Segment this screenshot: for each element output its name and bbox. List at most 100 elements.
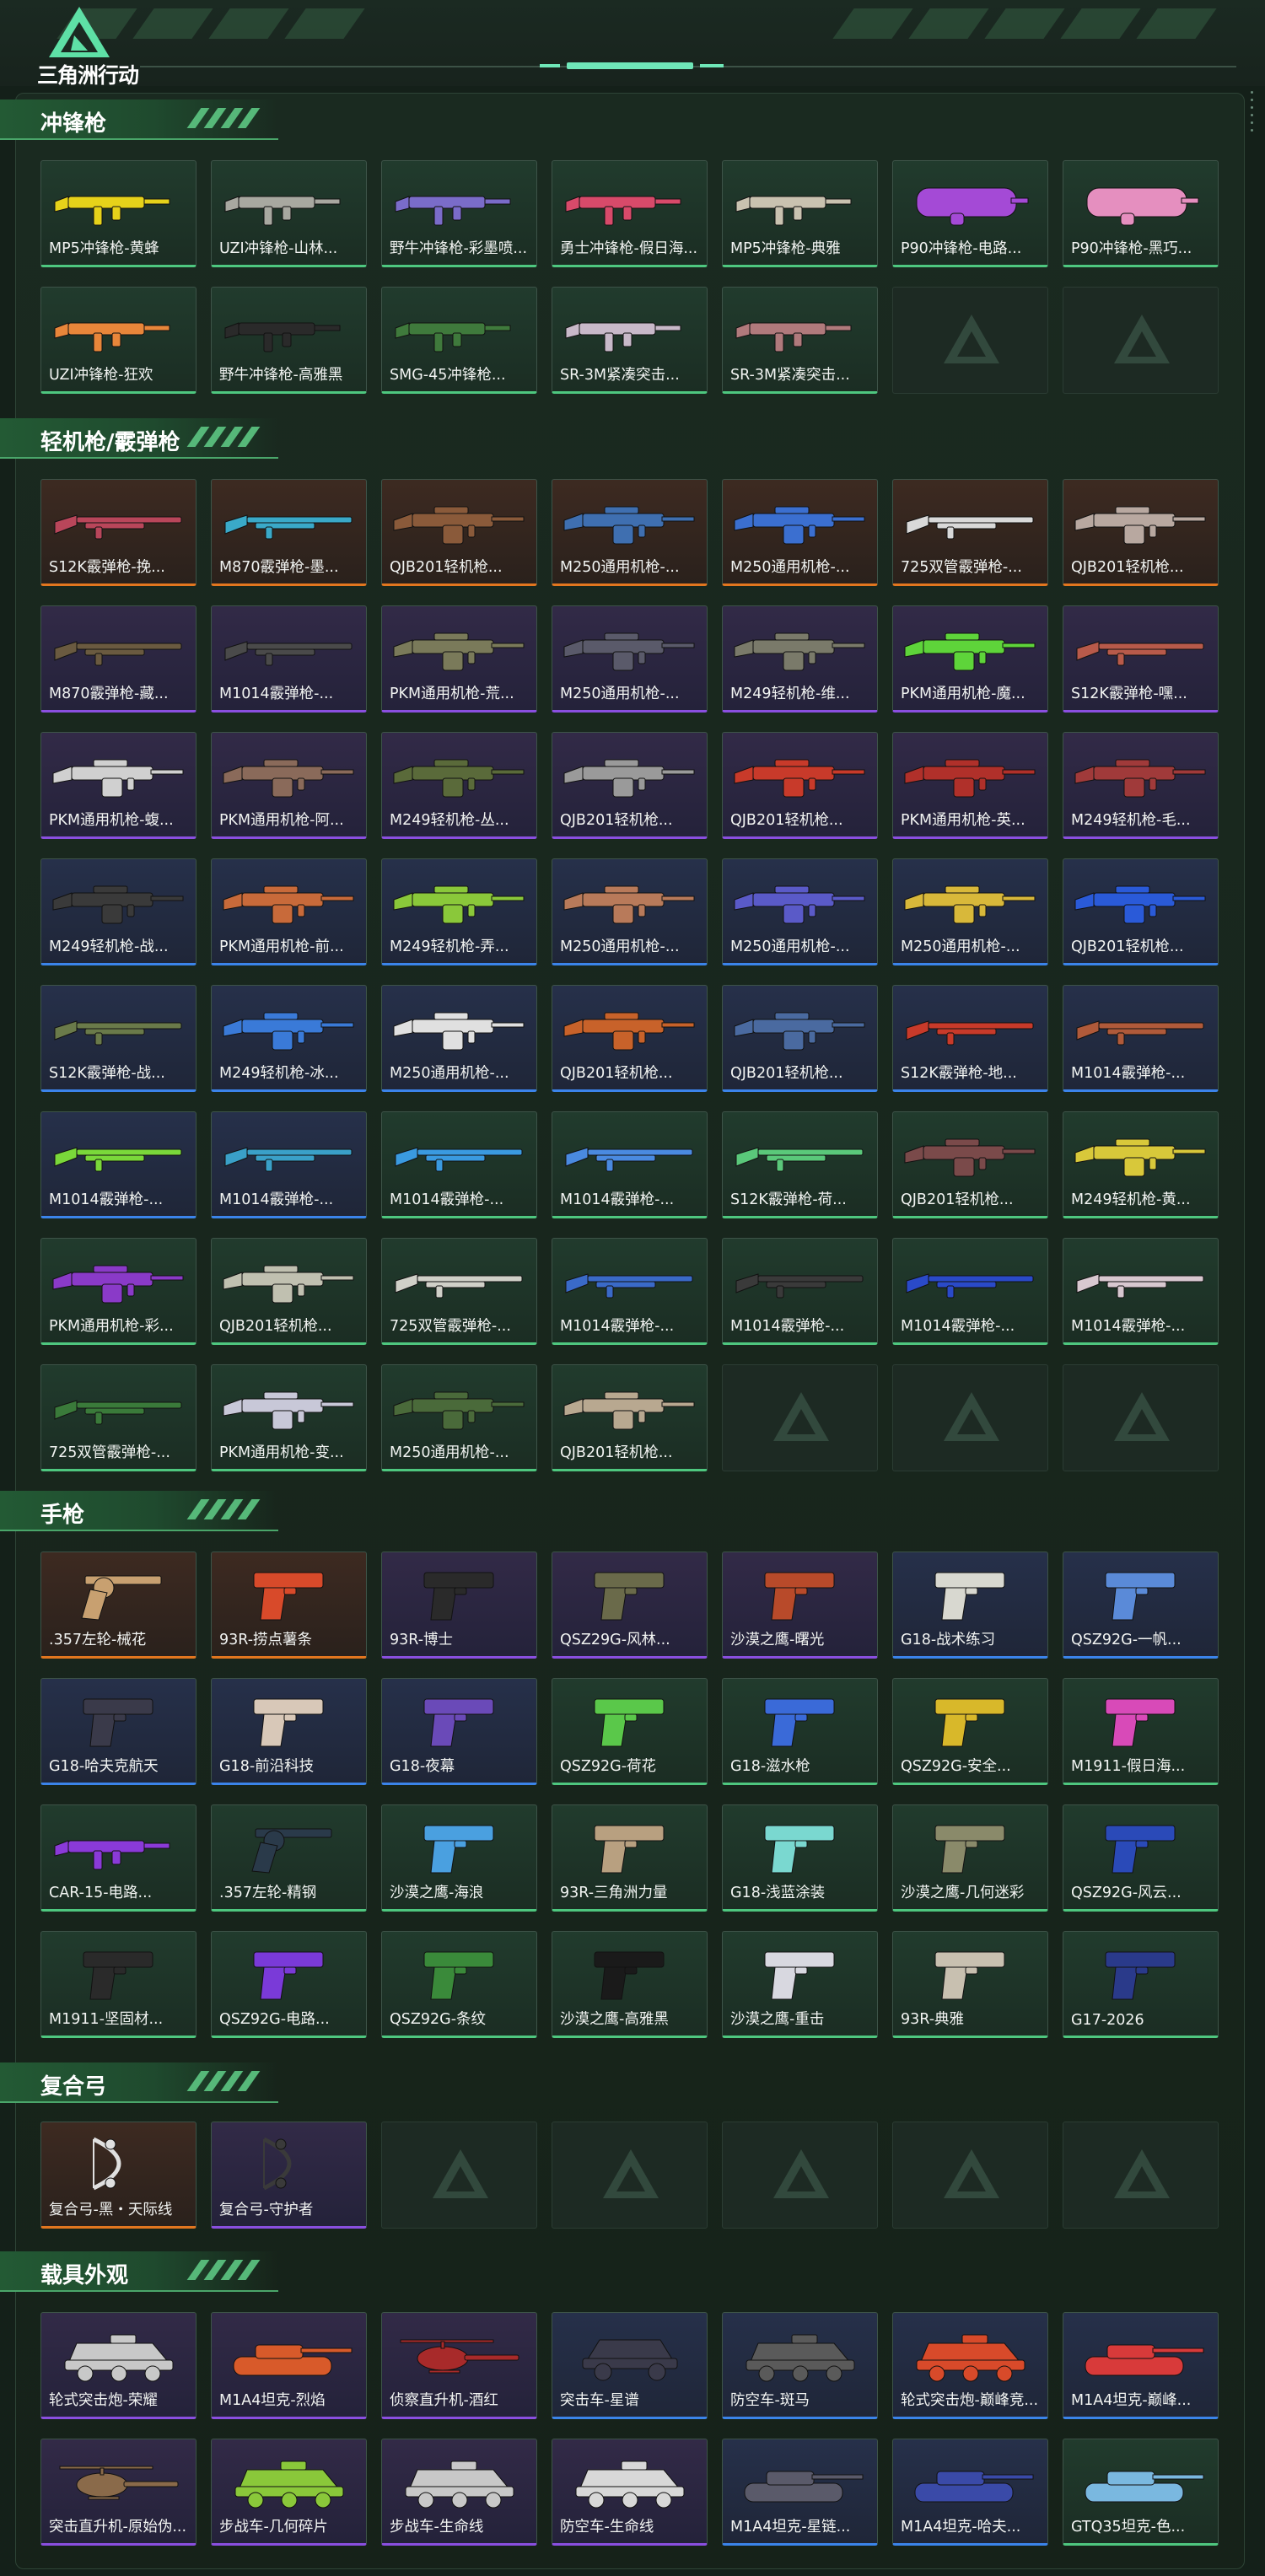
item-card[interactable]: UZI冲锋枪-山林... bbox=[211, 160, 367, 267]
item-card[interactable]: S12K霰弹枪-战... bbox=[40, 985, 196, 1092]
item-card[interactable]: G18-战术练习 bbox=[892, 1552, 1048, 1659]
item-card[interactable]: G18-前沿科技 bbox=[211, 1678, 367, 1785]
item-card[interactable]: M250通用机枪-... bbox=[722, 479, 878, 586]
item-card[interactable]: 725双管霰弹枪-... bbox=[381, 1238, 537, 1345]
item-card[interactable]: QSZ92G-一帆... bbox=[1063, 1552, 1219, 1659]
item-card[interactable]: M250通用机枪-... bbox=[552, 479, 708, 586]
item-card[interactable]: M1A4坦克-巅峰... bbox=[1063, 2312, 1219, 2419]
item-card[interactable]: 野牛冲锋枪-彩墨喷... bbox=[381, 160, 537, 267]
item-card[interactable]: S12K霰弹枪-地... bbox=[892, 985, 1048, 1092]
item-card[interactable]: QSZ92G-风云... bbox=[1063, 1804, 1219, 1912]
item-card[interactable]: 步战车-生命线 bbox=[381, 2439, 537, 2546]
item-card[interactable]: QJB201轻机枪... bbox=[722, 732, 878, 839]
item-card[interactable]: M250通用机枪-... bbox=[381, 985, 537, 1092]
item-card[interactable]: 93R-博士 bbox=[381, 1552, 537, 1659]
item-card[interactable]: QJB201轻机枪... bbox=[892, 1111, 1048, 1218]
item-card[interactable]: QSZ92G-条纹 bbox=[381, 1931, 537, 2038]
item-card[interactable]: M1014霰弹枪-... bbox=[1063, 1238, 1219, 1345]
item-card[interactable]: M249轻机枪-维... bbox=[722, 605, 878, 713]
item-card[interactable]: QSZ29G-风林... bbox=[552, 1552, 708, 1659]
item-card[interactable]: 步战车-几何碎片 bbox=[211, 2439, 367, 2546]
item-card[interactable]: M1014霰弹枪-... bbox=[552, 1238, 708, 1345]
item-card[interactable]: G18-浅蓝涂装 bbox=[722, 1804, 878, 1912]
item-card[interactable]: 复合弓-守护者 bbox=[211, 2122, 367, 2229]
item-card[interactable]: M1014霰弹枪-... bbox=[722, 1238, 878, 1345]
item-card[interactable]: CAR-15-电路... bbox=[40, 1804, 196, 1912]
item-card[interactable]: GTQ35坦克-色... bbox=[1063, 2439, 1219, 2546]
item-card[interactable]: M250通用机枪-... bbox=[892, 858, 1048, 965]
item-card[interactable]: 沙漠之鹰-海浪 bbox=[381, 1804, 537, 1912]
item-card[interactable]: 725双管霰弹枪-... bbox=[892, 479, 1048, 586]
item-card[interactable]: M250通用机枪-... bbox=[381, 1364, 537, 1471]
item-card[interactable]: 轮式突击炮-荣耀 bbox=[40, 2312, 196, 2419]
item-card[interactable]: M250通用机枪-... bbox=[552, 858, 708, 965]
item-card[interactable]: 沙漠之鹰-几何迷彩 bbox=[892, 1804, 1048, 1912]
item-card[interactable]: M870霰弹枪-墨... bbox=[211, 479, 367, 586]
item-card[interactable]: 93R-典雅 bbox=[892, 1931, 1048, 2038]
item-card[interactable]: 突击直升机-原始伪... bbox=[40, 2439, 196, 2546]
item-card[interactable]: SMG-45冲锋枪... bbox=[381, 287, 537, 394]
item-card[interactable]: MP5冲锋枪-黄蜂 bbox=[40, 160, 196, 267]
item-card[interactable]: 防空车-生命线 bbox=[552, 2439, 708, 2546]
item-card[interactable]: 725双管霰弹枪-... bbox=[40, 1364, 196, 1471]
item-card[interactable]: 沙漠之鹰-曙光 bbox=[722, 1552, 878, 1659]
item-card[interactable]: M1A4坦克-哈夫... bbox=[892, 2439, 1048, 2546]
item-card[interactable]: QJB201轻机枪... bbox=[552, 985, 708, 1092]
item-card[interactable]: 突击车-星谱 bbox=[552, 2312, 708, 2419]
item-card[interactable]: P90冲锋枪-电路... bbox=[892, 160, 1048, 267]
item-card[interactable]: M1014霰弹枪-... bbox=[211, 1111, 367, 1218]
item-card[interactable]: PKM通用机枪-变... bbox=[211, 1364, 367, 1471]
item-card[interactable]: G17-2026 bbox=[1063, 1931, 1219, 2038]
item-card[interactable]: M1911-假日海... bbox=[1063, 1678, 1219, 1785]
item-card[interactable]: M1014霰弹枪-... bbox=[381, 1111, 537, 1218]
item-card[interactable]: G18-夜幕 bbox=[381, 1678, 537, 1785]
item-card[interactable]: M249轻机枪-战... bbox=[40, 858, 196, 965]
item-card[interactable]: QJB201轻机枪... bbox=[722, 985, 878, 1092]
item-card[interactable]: PKM通用机枪-蝮... bbox=[40, 732, 196, 839]
item-card[interactable]: PKM通用机枪-阿... bbox=[211, 732, 367, 839]
item-card[interactable]: PKM通用机枪-英... bbox=[892, 732, 1048, 839]
item-card[interactable]: UZI冲锋枪-狂欢 bbox=[40, 287, 196, 394]
item-card[interactable]: M1A4坦克-烈焰 bbox=[211, 2312, 367, 2419]
item-card[interactable]: 轮式突击炮-巅峰竞... bbox=[892, 2312, 1048, 2419]
item-card[interactable]: PKM通用机枪-魔... bbox=[892, 605, 1048, 713]
scrollbar-handle[interactable] bbox=[1248, 91, 1257, 159]
item-card[interactable]: M250通用机枪-... bbox=[552, 605, 708, 713]
item-card[interactable]: S12K霰弹枪-嘿... bbox=[1063, 605, 1219, 713]
item-card[interactable]: M1911-坚固材... bbox=[40, 1931, 196, 2038]
item-card[interactable]: 勇士冲锋枪-假日海... bbox=[552, 160, 708, 267]
item-card[interactable]: M250通用机枪-... bbox=[722, 858, 878, 965]
item-card[interactable]: M249轻机枪-冰... bbox=[211, 985, 367, 1092]
item-card[interactable]: 野牛冲锋枪-高雅黑 bbox=[211, 287, 367, 394]
item-card[interactable]: M1014霰弹枪-... bbox=[892, 1238, 1048, 1345]
item-card[interactable]: QJB201轻机枪... bbox=[1063, 858, 1219, 965]
item-card[interactable]: M1A4坦克-星链... bbox=[722, 2439, 878, 2546]
item-card[interactable]: MP5冲锋枪-典雅 bbox=[722, 160, 878, 267]
item-card[interactable]: M249轻机枪-弄... bbox=[381, 858, 537, 965]
item-card[interactable]: 沙漠之鹰-高雅黑 bbox=[552, 1931, 708, 2038]
item-card[interactable]: 93R-捞点薯条 bbox=[211, 1552, 367, 1659]
item-card[interactable]: QJB201轻机枪... bbox=[381, 479, 537, 586]
item-card[interactable]: QJB201轻机枪... bbox=[552, 1364, 708, 1471]
item-card[interactable]: M1014霰弹枪-... bbox=[552, 1111, 708, 1218]
item-card[interactable]: QJB201轻机枪... bbox=[552, 732, 708, 839]
item-card[interactable]: M1014霰弹枪-... bbox=[211, 605, 367, 713]
item-card[interactable]: M249轻机枪-丛... bbox=[381, 732, 537, 839]
item-card[interactable]: .357左轮-精钢 bbox=[211, 1804, 367, 1912]
item-card[interactable]: QJB201轻机枪... bbox=[211, 1238, 367, 1345]
item-card[interactable]: PKM通用机枪-荒... bbox=[381, 605, 537, 713]
item-card[interactable]: 防空车-斑马 bbox=[722, 2312, 878, 2419]
item-card[interactable]: PKM通用机枪-彩... bbox=[40, 1238, 196, 1345]
item-card[interactable]: SR-3M紧凑突击... bbox=[722, 287, 878, 394]
item-card[interactable]: M1014霰弹枪-... bbox=[1063, 985, 1219, 1092]
item-card[interactable]: PKM通用机枪-前... bbox=[211, 858, 367, 965]
item-card[interactable]: QSZ92G-荷花 bbox=[552, 1678, 708, 1785]
item-card[interactable]: G18-滋水枪 bbox=[722, 1678, 878, 1785]
item-card[interactable]: S12K霰弹枪-挽... bbox=[40, 479, 196, 586]
item-card[interactable]: 侦察直升机-酒红 bbox=[381, 2312, 537, 2419]
item-card[interactable]: G18-哈夫克航天 bbox=[40, 1678, 196, 1785]
item-card[interactable]: 沙漠之鹰-重击 bbox=[722, 1931, 878, 2038]
item-card[interactable]: 93R-三角洲力量 bbox=[552, 1804, 708, 1912]
item-card[interactable]: M249轻机枪-毛... bbox=[1063, 732, 1219, 839]
item-card[interactable]: 复合弓-黑・天际线 bbox=[40, 2122, 196, 2229]
